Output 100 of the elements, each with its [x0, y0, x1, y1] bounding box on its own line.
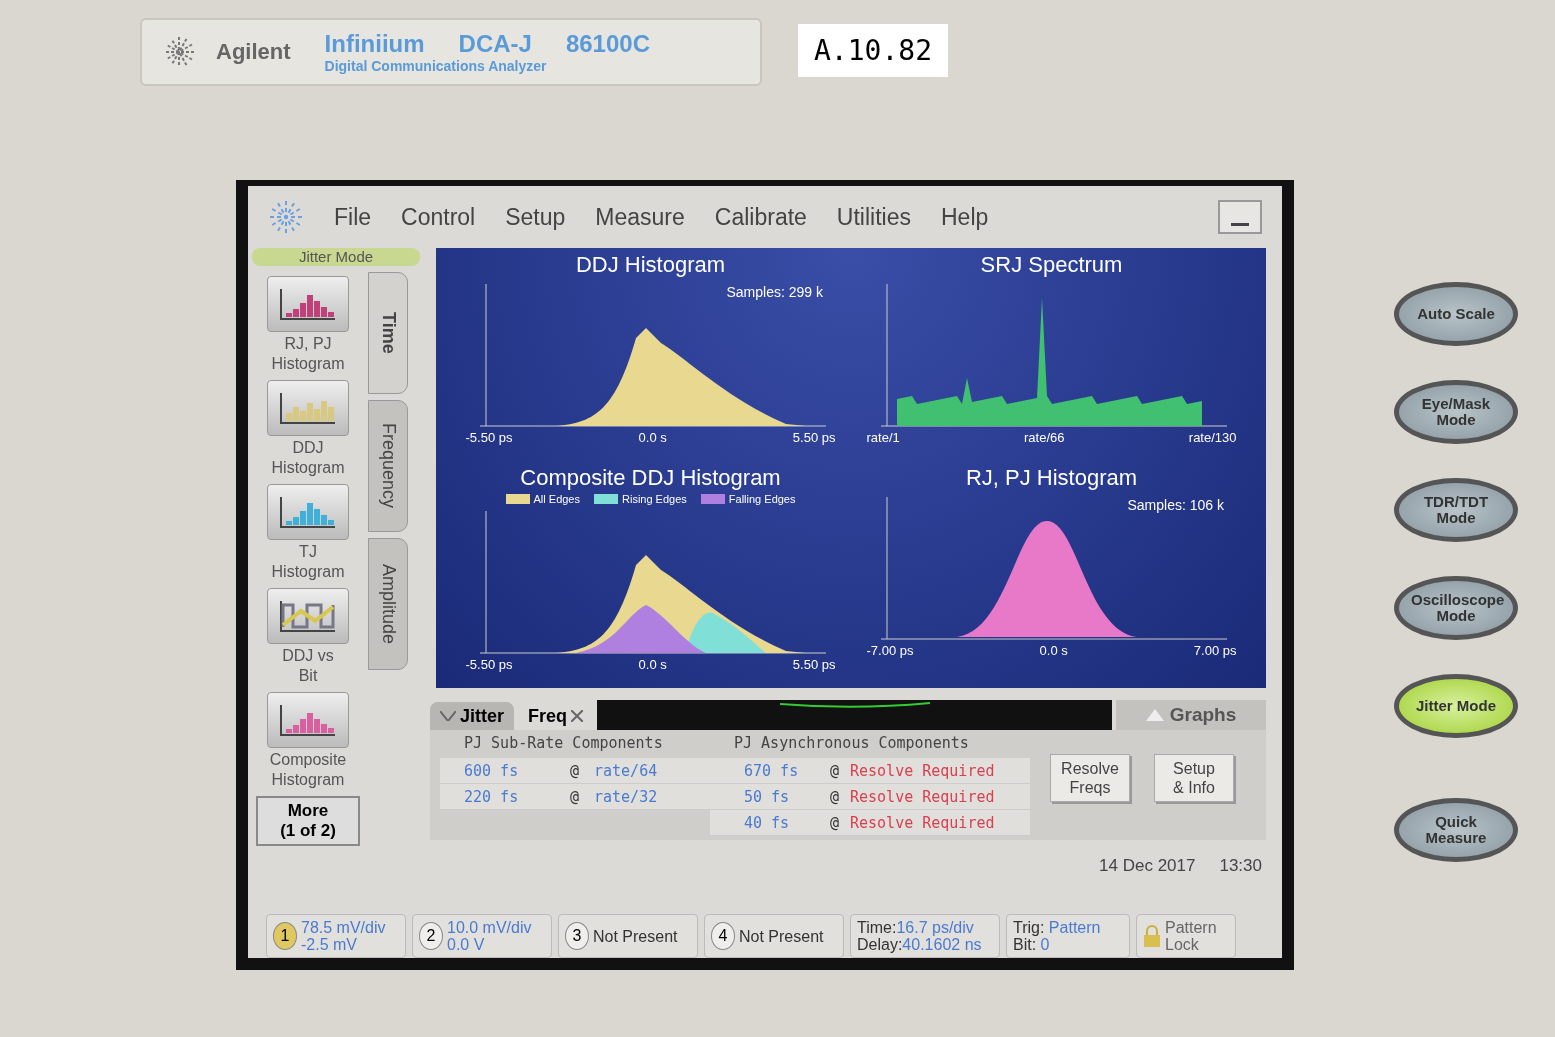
channel-value: 10.0 mV/div — [447, 919, 532, 936]
table-cell-text: 670 fs — [743, 761, 800, 780]
table-cell-text: 50 fs — [743, 787, 791, 806]
table-cell-text: @ — [830, 761, 841, 780]
more-button[interactable]: More (1 of 2) — [256, 796, 360, 846]
channel-value: 78.5 mV/div — [301, 919, 386, 936]
channel-number: 2 — [419, 922, 443, 950]
product-subtitle: Digital Communications Analyzer — [324, 58, 548, 74]
button-caption: TJ Histogram — [271, 542, 345, 582]
histogram-button[interactable] — [267, 484, 349, 540]
mode-button[interactable]: Jitter Mode — [1394, 674, 1518, 738]
model-name: DCA-J — [458, 30, 532, 58]
legend-label: Rising Edges — [622, 493, 687, 505]
action-button[interactable]: Setup & Info — [1154, 754, 1234, 802]
axis-tick-label: rate/66 — [1024, 430, 1065, 445]
mode-button[interactable]: Oscilloscope Mode — [1394, 576, 1518, 640]
menu-item[interactable]: Help — [941, 203, 989, 231]
histogram-button[interactable] — [267, 380, 349, 436]
chart-title: RJ, PJ Histogram — [965, 465, 1138, 491]
axis-tick-label: -7.00 ps — [866, 643, 914, 658]
channel-value: -2.5 mV — [301, 936, 357, 953]
mode-button[interactable]: Quick Measure — [1394, 798, 1518, 862]
axis-tick-label: rate/130 — [1188, 430, 1237, 445]
axis-tick-label: 0.0 s — [638, 657, 667, 672]
channel-number: 3 — [565, 922, 589, 950]
channel-button[interactable]: 4 Not Present — [704, 914, 844, 958]
mode-label: Jitter Mode — [252, 248, 420, 266]
chart-title: Composite DDJ Histogram — [520, 465, 781, 491]
histogram-button[interactable] — [267, 276, 349, 332]
panel-tab[interactable]: Jitter — [430, 702, 514, 730]
chart-title: SRJ Spectrum — [980, 252, 1123, 278]
bit-text: Bit: 0 — [1013, 936, 1050, 953]
side-tab[interactable]: Time — [368, 272, 408, 394]
axis-tick-label: 0.0 s — [1039, 643, 1068, 658]
menu-item[interactable]: Control — [401, 203, 476, 231]
axis-tick-label: rate/1 — [866, 430, 900, 445]
menu-item[interactable]: File — [334, 203, 372, 231]
padlock-icon — [1143, 925, 1161, 947]
table-cell-text: 40 fs — [743, 813, 791, 832]
axis-tick-label: -5.50 ps — [465, 430, 513, 445]
menu-item[interactable]: Setup — [505, 203, 566, 231]
channel-value: Not Present — [739, 927, 824, 945]
minimize-button[interactable] — [1218, 200, 1262, 234]
table-cell-text: Resolve Required — [850, 761, 996, 780]
histogram-button[interactable] — [267, 588, 349, 644]
axis-tick-label: 5.50 ps — [792, 657, 836, 672]
trigger-text: Trig: Pattern — [1013, 919, 1101, 936]
samples-count: Samples: 106 k — [1127, 497, 1224, 513]
side-tab[interactable]: Frequency — [368, 400, 408, 532]
menu-item[interactable]: Calibrate — [714, 203, 807, 231]
channel-number: 1 — [273, 922, 297, 950]
mode-button[interactable]: Eye/Mask Mode — [1394, 380, 1518, 444]
timebase-text: Time:16.7 ps/div — [857, 919, 974, 936]
legend-label: Falling Edges — [728, 493, 796, 505]
time-text: 13:30 — [1219, 856, 1262, 877]
table-cell-text: Resolve Required — [850, 787, 996, 806]
minimize-icon — [1231, 223, 1249, 226]
delay-text: Delay:40.1602 ns — [857, 936, 982, 953]
legend-label: All Edges — [533, 493, 580, 505]
table-cell-text: 600 fs — [463, 761, 520, 780]
menu-item[interactable]: Measure — [595, 203, 685, 231]
side-tab[interactable]: Amplitude — [368, 538, 408, 670]
section-title: PJ Asynchronous Components — [733, 734, 970, 754]
mode-button[interactable]: TDR/TDT Mode — [1394, 478, 1518, 542]
version-label: A.10.82 — [798, 24, 948, 77]
starburst-logo-icon — [268, 199, 304, 235]
table-cell-text: 220 fs — [463, 787, 520, 806]
button-caption: Composite Histogram — [269, 750, 347, 790]
table-cell-text: Resolve Required — [850, 813, 996, 832]
brand-name: Agilent — [216, 39, 291, 65]
timebase-button[interactable]: Time:16.7 ps/div Delay:40.1602 ns — [850, 914, 1000, 958]
samples-count: Samples: 299 k — [726, 284, 823, 300]
axis-tick-label: -5.50 ps — [465, 657, 513, 672]
button-caption: DDJ vs Bit — [282, 646, 334, 686]
axis-tick-label: 5.50 ps — [792, 430, 836, 445]
channel-number: 4 — [711, 922, 735, 950]
menu-item[interactable]: Utilities — [836, 203, 911, 231]
table-cell-text: rate/64 — [594, 761, 659, 780]
histogram-button[interactable] — [267, 692, 349, 748]
button-caption: DDJ Histogram — [271, 438, 345, 478]
table-cell-text: @ — [830, 813, 841, 832]
triangle-icon — [1145, 709, 1164, 721]
mode-button[interactable]: Auto Scale — [1394, 282, 1518, 346]
axis-tick-label: 7.00 ps — [1193, 643, 1237, 658]
channel-button[interactable]: 3 Not Present — [558, 914, 698, 958]
table-cell-text: @ — [570, 761, 581, 780]
table-cell-text: rate/32 — [594, 787, 659, 806]
channel-value: Not Present — [593, 927, 678, 945]
channel-value: 0.0 V — [447, 936, 485, 953]
product-name: Infiniium — [324, 30, 425, 58]
section-title: PJ Sub-Rate Components — [463, 734, 664, 754]
graphs-button[interactable]: Graphs — [1116, 700, 1266, 730]
button-caption: RJ, PJ Histogram — [271, 334, 345, 374]
table-cell-text: @ — [830, 787, 841, 806]
trigger-button[interactable]: Trig: Pattern Bit: 0 — [1006, 914, 1130, 958]
chart-title: DDJ Histogram — [575, 252, 726, 278]
model-number: 86100C — [565, 30, 650, 58]
close-icon — [571, 710, 584, 722]
action-button[interactable]: Resolve Freqs — [1050, 754, 1130, 802]
date-text: 14 Dec 2017 — [1099, 856, 1196, 877]
